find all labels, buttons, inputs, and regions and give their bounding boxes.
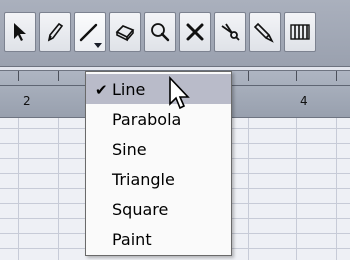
ruler-tick <box>58 71 59 81</box>
split-tool-button[interactable] <box>214 12 246 52</box>
tool-buttons <box>4 12 316 52</box>
glue-icon <box>253 22 274 43</box>
dropdown-arrow-icon[interactable] <box>94 43 102 48</box>
quantize-tool-button[interactable] <box>284 12 316 52</box>
line-icon <box>79 23 98 42</box>
grid-line <box>58 118 59 260</box>
menu-item-label: Triangle <box>112 169 175 189</box>
arrow-icon <box>14 23 26 41</box>
menu-item-paint[interactable]: Paint <box>86 224 231 254</box>
grid-line <box>296 118 297 260</box>
ruler-label: 2 <box>23 94 31 108</box>
menu-item-label: Sine <box>112 139 147 159</box>
menu-item-line[interactable]: ✔ Line <box>86 74 231 104</box>
menu-item-square[interactable]: Square <box>86 194 231 224</box>
eraser-icon <box>115 25 135 42</box>
mouse-cursor-icon <box>169 76 190 110</box>
erase-tool-button[interactable] <box>109 12 141 52</box>
zoom-tool-button[interactable] <box>144 12 176 52</box>
bars-icon <box>290 24 310 40</box>
menu-item-triangle[interactable]: Triangle <box>86 164 231 194</box>
toolbar <box>0 0 350 67</box>
check-icon: ✔ <box>95 81 108 99</box>
pencil-icon <box>47 22 64 42</box>
grid-line <box>248 118 249 260</box>
ruler-label: 4 <box>300 94 308 108</box>
menu-item-label: Parabola <box>112 109 182 129</box>
ruler-tick <box>248 71 249 81</box>
line-tool-button[interactable] <box>74 12 106 52</box>
glue-tool-button[interactable] <box>249 12 281 52</box>
ruler-tick <box>336 71 337 81</box>
arrow-tool-button[interactable] <box>4 12 36 52</box>
ruler-tick <box>18 71 19 81</box>
magnifier-icon <box>151 23 170 42</box>
menu-item-parabola[interactable]: Parabola <box>86 104 231 134</box>
menu-item-label: Square <box>112 199 169 219</box>
scissors-icon <box>221 23 240 41</box>
menu-item-sine[interactable]: Sine <box>86 134 231 164</box>
x-icon <box>186 23 204 41</box>
ruler-tick <box>296 71 297 81</box>
delete-tool-button[interactable] <box>179 12 211 52</box>
menu-item-label: Paint <box>112 229 152 249</box>
pencil-tool-button[interactable] <box>39 12 71 52</box>
grid-line <box>336 118 337 260</box>
line-mode-menu: ✔ Line Parabola Sine Triangle Square Pai… <box>85 71 232 256</box>
menu-item-label: Line <box>112 79 146 99</box>
grid-line <box>18 118 19 260</box>
